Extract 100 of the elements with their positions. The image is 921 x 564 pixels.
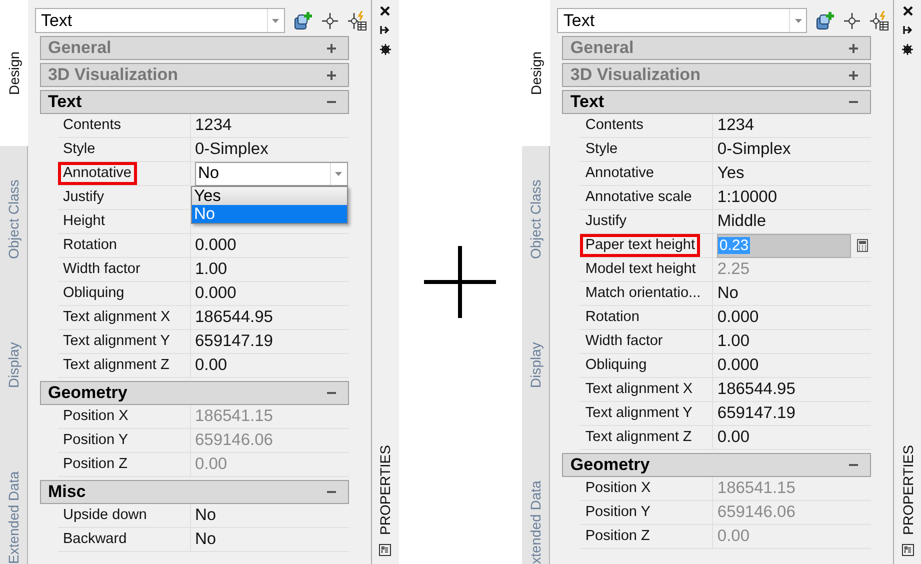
property-value: 659146.06 (717, 503, 796, 522)
property-label: Model text height (584, 260, 697, 279)
property-value: 2.25 (717, 260, 750, 279)
property-label: Obliquing (584, 356, 648, 375)
settings-icon[interactable] (380, 44, 391, 55)
property-value: 186541.15 (717, 479, 796, 498)
property-value: 0.000 (717, 356, 759, 375)
add-to-selection-icon[interactable] (292, 10, 313, 30)
properties-icon[interactable] (902, 544, 914, 556)
property-value: 0.000 (194, 236, 236, 255)
property-label: Rotation (584, 308, 640, 327)
value-dropdown[interactable]: No (194, 162, 348, 186)
plus-sign-icon (424, 246, 496, 318)
section-header[interactable]: Misc (40, 480, 349, 504)
auto-hide-icon[interactable] (380, 25, 390, 35)
property-label: Position Z (584, 527, 651, 546)
property-value: 0.00 (194, 356, 228, 375)
property-label: Annotative (584, 164, 655, 183)
settings-icon[interactable] (902, 44, 913, 55)
property-label: Style (584, 140, 619, 159)
object-type-dropdown[interactable]: Text (34, 8, 285, 33)
property-label: Backward (62, 530, 128, 549)
quick-select-icon[interactable] (869, 10, 890, 30)
expand-icon (849, 70, 858, 80)
crosshair-icon[interactable] (843, 12, 862, 30)
property-label: Upside down (62, 506, 148, 525)
close-icon[interactable] (902, 6, 912, 16)
property-value: 1.00 (717, 332, 750, 351)
property-label: Justify (584, 212, 628, 231)
property-value: 0.00 (717, 428, 750, 447)
section-header[interactable]: General (40, 36, 349, 60)
section-header[interactable]: 3D Visualization (40, 63, 349, 87)
value-input[interactable]: 0.23 (717, 234, 852, 258)
property-label: Rotation (62, 236, 118, 255)
add-to-selection-icon[interactable] (815, 10, 836, 30)
property-value: No (717, 284, 738, 303)
vertical-tab[interactable]: Design (0, 0, 28, 146)
property-label: Text alignment Y (584, 404, 694, 423)
property-value: 659147.19 (194, 332, 273, 351)
section-header[interactable]: Text (40, 90, 349, 114)
close-icon[interactable] (380, 6, 390, 16)
property-label: Text alignment X (62, 308, 172, 327)
property-value: 0.00 (194, 455, 228, 474)
property-label: Position X (584, 479, 652, 498)
auto-hide-icon[interactable] (902, 25, 912, 35)
section-header[interactable]: Geometry (40, 381, 349, 405)
vertical-tab[interactable]: Object Class (0, 146, 28, 292)
section-header[interactable]: Geometry (562, 453, 872, 477)
vertical-tab[interactable]: Extended Data (0, 438, 28, 564)
property-value: 0-Simplex (194, 140, 268, 159)
property-value: 186544.95 (717, 380, 796, 399)
caret-icon (794, 18, 802, 22)
property-value: 0.00 (717, 527, 750, 546)
section-header[interactable]: Text (562, 90, 872, 114)
property-value: No (194, 530, 216, 549)
section-header[interactable]: 3D Visualization (562, 63, 872, 87)
property-value: 1234 (717, 116, 754, 135)
calculator-icon[interactable] (857, 239, 868, 252)
dropdown-option[interactable]: Yes (192, 187, 347, 205)
property-value: No (194, 506, 216, 525)
dropdown-option[interactable]: No (192, 205, 347, 223)
property-label: Obliquing (62, 284, 126, 303)
property-value: Middle (717, 212, 766, 231)
property-value: Yes (717, 164, 744, 183)
property-value: 1:10000 (717, 188, 778, 207)
property-value: 0-Simplex (717, 140, 791, 159)
property-value: 1234 (194, 116, 232, 135)
vertical-tab[interactable]: xtended Data (522, 438, 550, 564)
section-header[interactable]: General (562, 36, 872, 60)
property-label: Annotative (58, 162, 136, 185)
property-label: Annotative scale (584, 188, 693, 207)
property-value: 659146.06 (194, 431, 273, 450)
property-label: Height (62, 212, 106, 231)
property-value: 186541.15 (194, 407, 273, 426)
property-value: 659147.19 (717, 404, 796, 423)
vertical-tab[interactable]: Display (0, 292, 28, 438)
caret-icon (335, 172, 342, 176)
property-label: Text alignment X (584, 380, 694, 399)
palette-title: PROPERTIES (377, 445, 394, 535)
object-type-dropdown[interactable]: Text (557, 8, 808, 33)
crosshair-icon[interactable] (320, 12, 339, 30)
property-label: Style (62, 140, 96, 159)
properties-icon[interactable] (379, 544, 392, 556)
quick-select-icon[interactable] (346, 10, 367, 30)
property-label: Position Z (62, 455, 128, 474)
property-label: Position Y (584, 503, 652, 522)
vertical-tab[interactable]: Display (522, 292, 550, 438)
property-label: Justify (62, 188, 106, 207)
property-value: 0.000 (194, 284, 236, 303)
vertical-tab[interactable]: Object Class (522, 146, 550, 292)
vertical-tab[interactable]: Design (522, 0, 550, 146)
property-value: 186544.95 (194, 308, 273, 327)
property-label: Position X (62, 407, 130, 426)
expand-icon (326, 44, 336, 52)
property-label: Contents (62, 116, 122, 135)
property-label: Paper text height (580, 234, 700, 257)
property-value: 0.000 (717, 308, 759, 327)
palette-title: PROPERTIES (900, 445, 916, 535)
property-label: Width factor (62, 260, 142, 279)
property-label: Contents (584, 116, 644, 135)
